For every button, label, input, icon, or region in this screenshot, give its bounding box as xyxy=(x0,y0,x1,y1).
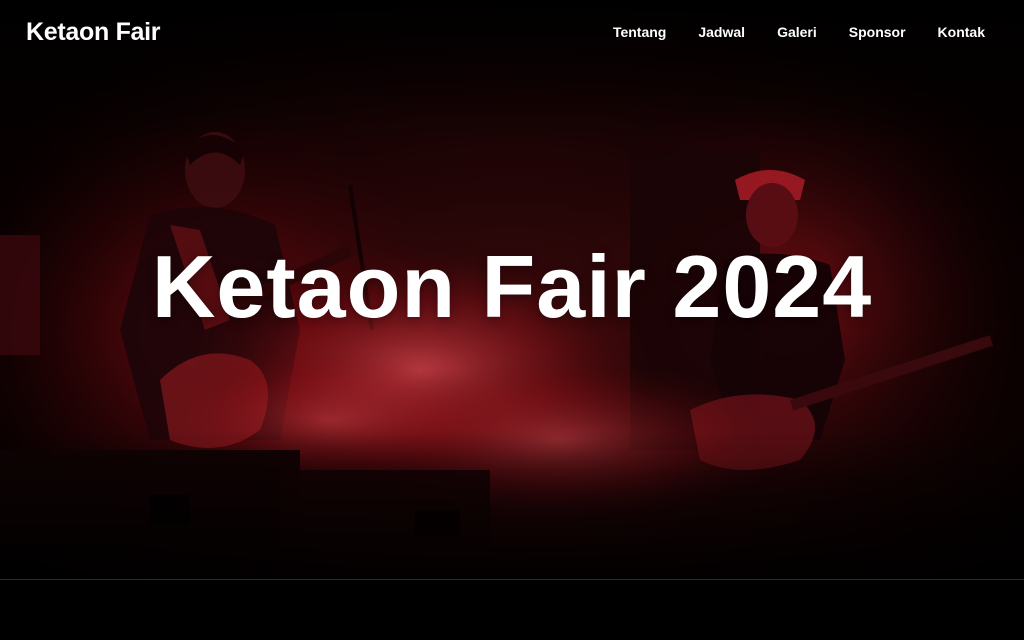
nav-link-jadwal[interactable]: Jadwal xyxy=(698,24,745,40)
hero-title: Ketaon Fair 2024 xyxy=(151,237,873,336)
hero-section: Ketaon Fair Tentang Jadwal Galeri Sponso… xyxy=(0,0,1024,580)
nav-link-tentang[interactable]: Tentang xyxy=(613,24,666,40)
nav-link-galeri[interactable]: Galeri xyxy=(777,24,817,40)
brand-logo-link[interactable]: Ketaon Fair xyxy=(26,18,161,47)
top-navbar: Ketaon Fair Tentang Jadwal Galeri Sponso… xyxy=(0,0,1024,64)
nav-links: Tentang Jadwal Galeri Sponsor Kontak xyxy=(613,24,985,40)
nav-link-kontak[interactable]: Kontak xyxy=(938,24,985,40)
page-below-hero xyxy=(0,580,1024,640)
nav-link-sponsor[interactable]: Sponsor xyxy=(849,24,906,40)
